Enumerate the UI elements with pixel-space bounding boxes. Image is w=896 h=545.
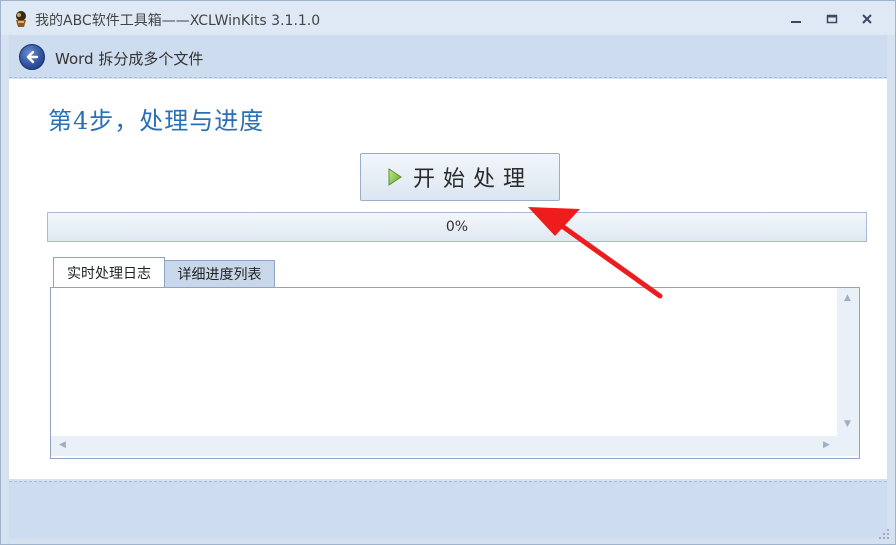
back-arrow-icon <box>26 50 39 64</box>
page-header: Word 拆分成多个文件 <box>9 35 887 78</box>
start-button-label: 开始处理 <box>412 167 533 192</box>
play-icon <box>388 168 402 186</box>
minimize-icon <box>791 21 801 23</box>
main-content: 第4步，处理与进度 开始处理 0% 实时处理日志 详细进度列表 ▲ ▼ ◀ ▶ <box>9 79 887 479</box>
scroll-down-icon[interactable]: ▼ <box>844 420 851 429</box>
close-icon <box>862 14 872 24</box>
scroll-right-icon[interactable]: ▶ <box>823 441 830 450</box>
scrollbar-corner <box>837 436 859 456</box>
log-textarea[interactable] <box>51 288 837 436</box>
app-window: 我的ABC软件工具箱——XCLWinKits 3.1.1.0 Word 拆分成多… <box>0 0 896 545</box>
footer-bar <box>9 481 887 538</box>
log-panel: ▲ ▼ ◀ ▶ <box>50 287 860 459</box>
scroll-up-icon[interactable]: ▲ <box>844 294 851 303</box>
scroll-left-icon[interactable]: ◀ <box>59 441 66 450</box>
page-title: Word 拆分成多个文件 <box>55 50 204 68</box>
maximize-button[interactable] <box>821 9 843 29</box>
app-logo-icon <box>16 11 26 27</box>
window-title: 我的ABC软件工具箱——XCLWinKits 3.1.1.0 <box>35 13 321 29</box>
tab-realtime-log[interactable]: 实时处理日志 <box>53 257 165 287</box>
maximize-icon <box>826 14 838 24</box>
back-button[interactable] <box>19 44 45 70</box>
vertical-scrollbar[interactable]: ▲ ▼ <box>837 288 859 436</box>
title-bar[interactable]: 我的ABC软件工具箱——XCLWinKits 3.1.1.0 <box>1 1 895 35</box>
tab-progress-list[interactable]: 详细进度列表 <box>164 260 275 287</box>
progress-bar: 0% <box>47 212 867 242</box>
minimize-button[interactable] <box>785 9 807 29</box>
step-title: 第4步，处理与进度 <box>48 107 265 135</box>
resize-grip-icon[interactable] <box>877 527 891 541</box>
close-button[interactable] <box>856 9 878 29</box>
horizontal-scrollbar[interactable]: ◀ ▶ <box>51 436 837 456</box>
start-processing-button[interactable]: 开始处理 <box>360 153 560 201</box>
progress-text: 0% <box>445 219 469 235</box>
